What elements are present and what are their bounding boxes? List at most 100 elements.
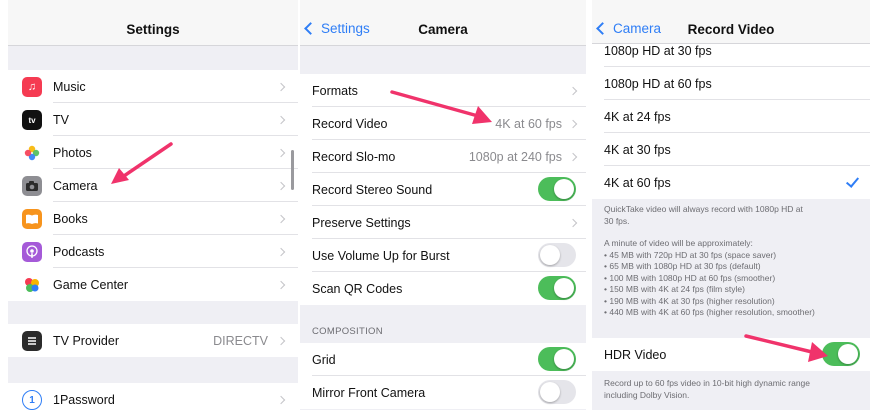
camera-row-stereo-sound: Record Stereo Sound: [300, 173, 586, 206]
chevron-right-icon: [568, 218, 578, 228]
mirror-front-toggle[interactable]: [538, 380, 576, 404]
resolution-options-group: 1080p HD at 30 fps 1080p HD at 60 fps 4K…: [592, 34, 870, 199]
row-label: HDR Video: [604, 347, 667, 362]
settings-thirdparty-group: 1 1Password: [8, 383, 298, 410]
game-center-icon: [22, 275, 42, 295]
page-title: Camera: [418, 22, 468, 37]
settings-item-label: TV Provider: [53, 333, 119, 348]
settings-provider-group: TV Provider DIRECTV: [8, 324, 298, 357]
music-note-icon: ♫: [22, 77, 42, 97]
settings-item-label: Books: [53, 211, 88, 226]
quicktake-note: QuickTake video will always record with …: [604, 204, 803, 226]
record-video-panel: 1080p HD at 30 fps 1080p HD at 60 fps 4K…: [592, 0, 870, 410]
apple-tv-icon: tv: [22, 110, 42, 130]
camera-row-preserve-settings[interactable]: Preserve Settings: [300, 206, 586, 239]
camera-row-volume-burst: Use Volume Up for Burst: [300, 239, 586, 272]
row-label: Scan QR Codes: [312, 281, 403, 296]
tv-provider-icon: [22, 331, 42, 351]
row-label: Record Slo-mo: [312, 149, 396, 164]
camera-row-formats[interactable]: Formats: [300, 74, 586, 107]
option-label: 4K at 60 fps: [604, 175, 671, 190]
settings-navbar: Settings: [8, 0, 298, 46]
row-label: Use Volume Up for Burst: [312, 248, 450, 263]
settings-item-label: Camera: [53, 178, 98, 193]
book-icon: [22, 209, 42, 229]
settings-item-podcasts[interactable]: Podcasts: [8, 235, 298, 268]
settings-item-tv-provider[interactable]: TV Provider DIRECTV: [8, 324, 298, 357]
grid-toggle[interactable]: [538, 347, 576, 371]
chevron-right-icon: [276, 82, 286, 92]
option-4k-24[interactable]: 4K at 24 fps: [592, 100, 870, 133]
row-label: Formats: [312, 83, 358, 98]
settings-item-label: 1Password: [53, 392, 115, 407]
row-label: Preserve Settings: [312, 215, 411, 230]
chevron-right-icon: [276, 181, 286, 191]
record-video-navbar: Camera Record Video: [592, 0, 870, 44]
settings-scrollbar[interactable]: [291, 150, 294, 190]
settings-item-camera[interactable]: Camera: [8, 169, 298, 202]
settings-item-game-center[interactable]: Game Center: [8, 268, 298, 301]
camera-row-grid: Grid: [300, 343, 586, 376]
chevron-right-icon: [276, 115, 286, 125]
option-label: 4K at 24 fps: [604, 109, 671, 124]
hdr-note: Record up to 60 fps video in 10-bit high…: [604, 378, 811, 400]
camera-row-scan-qr: Scan QR Codes: [300, 272, 586, 305]
record-slomo-value: 1080p at 240 fps: [468, 149, 562, 164]
podcasts-icon: [22, 242, 42, 262]
scan-qr-toggle[interactable]: [538, 276, 576, 300]
option-4k-60[interactable]: 4K at 60 fps: [592, 166, 870, 199]
hdr-video-toggle[interactable]: [822, 342, 860, 366]
settings-item-tv[interactable]: tv TV: [8, 103, 298, 136]
chevron-right-icon: [276, 280, 286, 290]
chevron-right-icon: [568, 119, 578, 129]
chevron-right-icon: [568, 152, 578, 162]
option-1080p-60[interactable]: 1080p HD at 60 fps: [592, 67, 870, 100]
chevron-right-icon: [276, 247, 286, 257]
hdr-video-row: HDR Video: [592, 338, 870, 371]
row-label: Record Stereo Sound: [312, 182, 433, 197]
settings-panel: Settings ♫ Music tv TV Photos Camera Boo…: [8, 0, 298, 410]
settings-item-music[interactable]: ♫ Music: [8, 70, 298, 103]
row-label: Grid: [312, 352, 336, 367]
checkmark-icon: [845, 174, 860, 188]
camera-row-record-slomo[interactable]: Record Slo-mo 1080p at 240 fps: [300, 140, 586, 173]
stereo-sound-toggle[interactable]: [538, 177, 576, 201]
volume-burst-toggle[interactable]: [538, 243, 576, 267]
settings-apps-group: ♫ Music tv TV Photos Camera Books Podcas…: [8, 70, 298, 301]
chevron-right-icon: [568, 86, 578, 96]
page-title: Record Video: [687, 22, 775, 37]
row-label: Mirror Front Camera: [312, 385, 426, 400]
photos-flower-icon: [22, 143, 42, 163]
size-note: A minute of video will be approximately:…: [604, 238, 815, 317]
settings-item-photos[interactable]: Photos: [8, 136, 298, 169]
chevron-right-icon: [276, 148, 286, 158]
chevron-right-icon: [276, 395, 286, 405]
settings-item-label: TV: [53, 112, 69, 127]
page-title: Settings: [126, 22, 180, 37]
camera-settings-group: Formats Record Video 4K at 60 fps Record…: [300, 74, 586, 305]
chevron-right-icon: [276, 214, 286, 224]
composition-section-header: COMPOSITION: [312, 326, 383, 337]
settings-item-label: Photos: [53, 145, 92, 160]
chevron-right-icon: [276, 336, 286, 346]
camera-icon: [22, 176, 42, 196]
settings-item-1password[interactable]: 1 1Password: [8, 383, 298, 410]
camera-row-record-video[interactable]: Record Video 4K at 60 fps: [300, 107, 586, 140]
option-label: 1080p HD at 60 fps: [604, 76, 712, 91]
hdr-group: HDR Video: [592, 338, 870, 371]
onepassword-icon: 1: [22, 390, 42, 410]
settings-item-books[interactable]: Books: [8, 202, 298, 235]
camera-panel: Settings Camera Formats Record Video 4K …: [300, 0, 586, 410]
option-label: 4K at 30 fps: [604, 142, 671, 157]
settings-item-label: Game Center: [53, 277, 129, 292]
settings-item-label: Podcasts: [53, 244, 105, 259]
option-4k-30[interactable]: 4K at 30 fps: [592, 133, 870, 166]
camera-navbar: Settings Camera: [300, 0, 586, 46]
record-video-value: 4K at 60 fps: [495, 116, 562, 131]
row-label: Record Video: [312, 116, 388, 131]
option-label: 1080p HD at 30 fps: [604, 43, 712, 58]
settings-item-label: Music: [53, 79, 86, 94]
composition-group: Grid Mirror Front Camera: [300, 343, 586, 409]
camera-row-mirror-front: Mirror Front Camera: [300, 376, 586, 409]
tv-provider-value: DIRECTV: [213, 333, 268, 348]
